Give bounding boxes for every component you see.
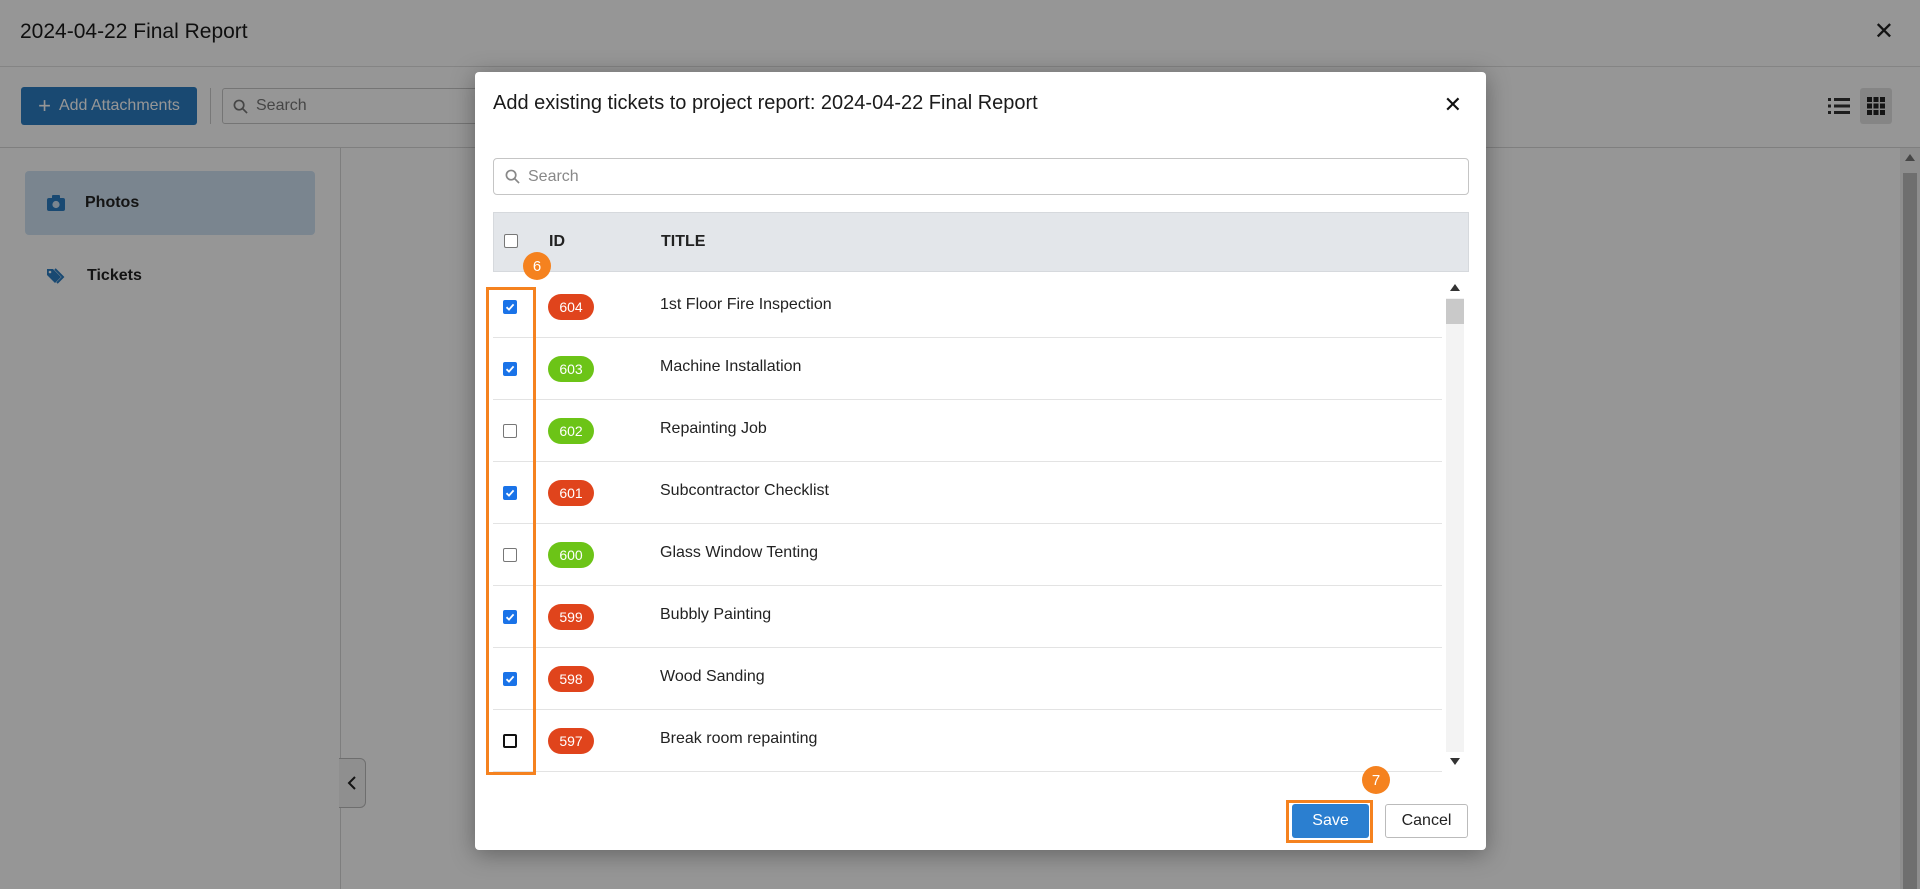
search-icon <box>505 169 520 184</box>
ticket-row[interactable]: 602 Repainting Job <box>493 400 1452 462</box>
scroll-track[interactable] <box>1446 298 1464 752</box>
scroll-down-icon[interactable] <box>1450 758 1460 765</box>
ticket-title: Repainting Job <box>660 420 767 437</box>
ticket-id-badge: 598 <box>548 666 594 692</box>
ticket-id-badge: 601 <box>548 480 594 506</box>
modal-title: Add existing tickets to project report: … <box>493 92 1038 114</box>
ticket-row[interactable]: 598 Wood Sanding <box>493 648 1452 710</box>
ticket-id-badge: 597 <box>548 728 594 754</box>
column-header-title: TITLE <box>661 233 706 250</box>
ticket-list: 604 1st Floor Fire Inspection 603 Machine I… <box>493 276 1452 772</box>
ticket-title: Glass Window Tenting <box>660 544 818 561</box>
scroll-up-icon[interactable] <box>1450 284 1460 291</box>
ticket-row[interactable]: 601 Subcontractor Checklist <box>493 462 1452 524</box>
ticket-title: Wood Sanding <box>660 668 765 685</box>
modal-close-icon[interactable]: ✕ <box>1444 94 1462 116</box>
ticket-title: Subcontractor Checklist <box>660 482 829 499</box>
ticket-row[interactable]: 603 Machine Installation <box>493 338 1452 400</box>
ticket-id-badge: 604 <box>548 294 594 320</box>
ticket-id-badge: 599 <box>548 604 594 630</box>
ticket-id-badge: 602 <box>548 418 594 444</box>
ticket-row[interactable]: 604 1st Floor Fire Inspection <box>493 276 1452 338</box>
modal-search-placeholder: Search <box>528 167 579 185</box>
add-tickets-modal: Add existing tickets to project report: … <box>475 72 1486 850</box>
step-badge-save: 7 <box>1362 766 1390 794</box>
save-button-highlight <box>1286 800 1373 843</box>
column-header-id: ID <box>549 233 565 250</box>
ticket-list-scrollbar[interactable] <box>1442 276 1468 772</box>
ticket-id-badge: 600 <box>548 542 594 568</box>
modal-search-input[interactable]: Search <box>493 158 1469 195</box>
scroll-thumb[interactable] <box>1446 299 1464 324</box>
ticket-row[interactable]: 597 Break room repainting <box>493 710 1452 772</box>
select-all-checkbox[interactable] <box>504 234 518 248</box>
ticket-id-badge: 603 <box>548 356 594 382</box>
ticket-row[interactable]: 600 Glass Window Tenting <box>493 524 1452 586</box>
step-badge-checkboxes: 6 <box>523 252 551 280</box>
ticket-title: 1st Floor Fire Inspection <box>660 296 832 313</box>
cancel-button[interactable]: Cancel <box>1385 804 1468 838</box>
checkbox-column-highlight <box>486 287 536 775</box>
ticket-title: Bubbly Painting <box>660 606 772 623</box>
table-header: ID TITLE <box>493 212 1469 272</box>
ticket-title: Machine Installation <box>660 358 802 375</box>
ticket-title: Break room repainting <box>660 730 818 747</box>
ticket-row[interactable]: 599 Bubbly Painting <box>493 586 1452 648</box>
